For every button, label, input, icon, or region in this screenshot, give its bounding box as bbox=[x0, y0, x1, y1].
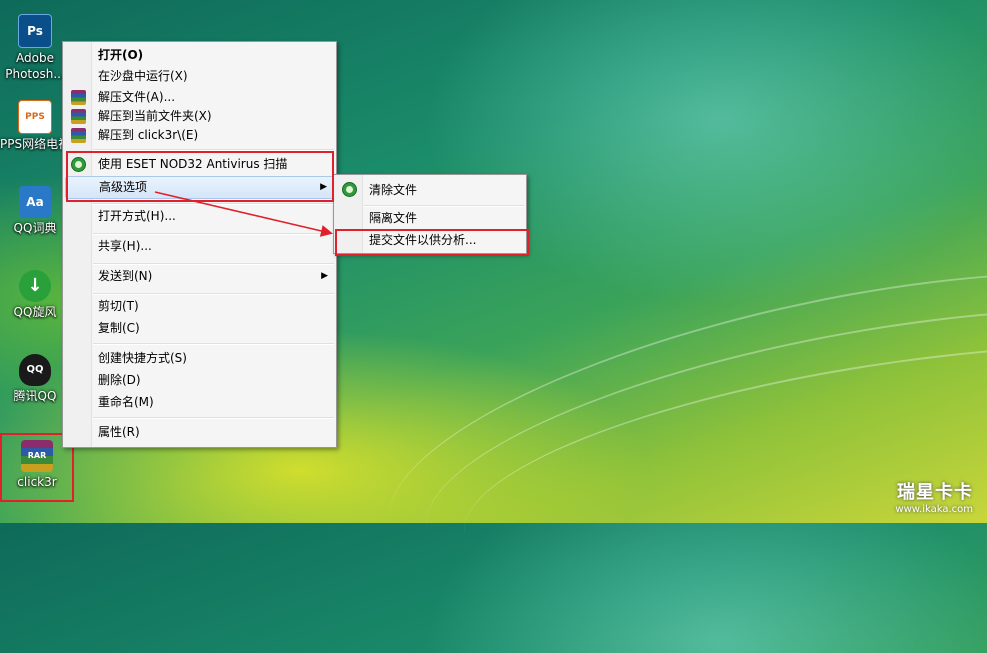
watermark-title: 瑞星卡卡 bbox=[897, 482, 973, 503]
watermark-url: www.ikaka.com bbox=[895, 504, 973, 515]
annotation-arrow bbox=[154, 191, 333, 237]
watermark: 瑞星卡卡 www.ikaka.com bbox=[895, 478, 973, 515]
